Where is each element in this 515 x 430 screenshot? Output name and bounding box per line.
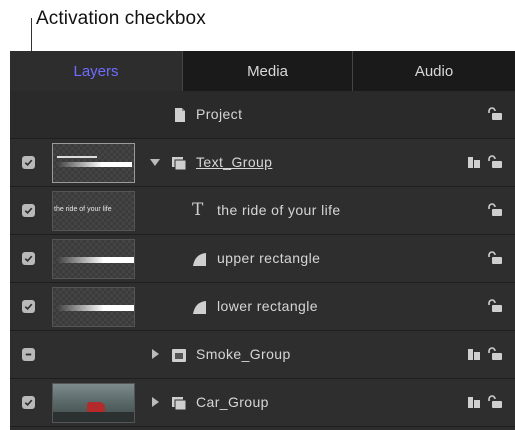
group-stack-icon[interactable] [467, 395, 481, 409]
layer-thumbnail [52, 143, 135, 183]
layer-row-shape[interactable]: upper rectangle [10, 235, 515, 283]
tab-bar: Layers Media Audio [10, 51, 515, 91]
group-icon [170, 154, 188, 172]
group-icon [170, 394, 188, 412]
layer-name: Smoke_Group [196, 346, 291, 362]
layer-name: Text_Group [196, 154, 273, 170]
layer-name: upper rectangle [217, 250, 321, 266]
mixed-state-checkbox[interactable] [22, 348, 35, 361]
lock-icon[interactable] [487, 395, 503, 409]
disclosure-triangle-icon[interactable] [150, 159, 160, 166]
group-icon [170, 346, 188, 364]
tab-audio[interactable]: Audio [352, 51, 515, 91]
text-icon: T [192, 200, 204, 220]
disclosure-triangle-icon[interactable] [152, 349, 159, 359]
lock-icon[interactable] [487, 107, 503, 121]
layers-panel: Layers Media Audio Project Text_Group th… [10, 51, 515, 430]
activation-checkbox[interactable] [22, 252, 35, 265]
car-image [87, 402, 105, 412]
layer-thumbnail [52, 287, 135, 327]
layer-row-car-group[interactable]: Car_Group [10, 379, 515, 427]
lock-icon[interactable] [487, 155, 503, 169]
layer-name: Car_Group [196, 394, 269, 410]
layer-row-text-group[interactable]: Text_Group [10, 139, 515, 187]
document-icon [171, 106, 189, 124]
group-stack-icon[interactable] [467, 155, 481, 169]
tab-layers[interactable]: Layers [10, 51, 182, 91]
activation-checkbox[interactable] [22, 396, 35, 409]
layer-row-shape[interactable]: lower rectangle [10, 283, 515, 331]
shape-icon [191, 250, 209, 268]
layer-thumbnail [52, 239, 135, 279]
thumbnail-text: the ride of your life [54, 206, 112, 213]
activation-checkbox[interactable] [22, 204, 35, 217]
lock-icon[interactable] [487, 203, 503, 217]
layer-thumbnail: the ride of your life [52, 191, 135, 231]
callout-label: Activation checkbox [36, 8, 206, 29]
disclosure-triangle-icon[interactable] [152, 397, 159, 407]
layer-row-project[interactable]: Project [10, 91, 515, 139]
layer-row-text[interactable]: the ride of your life T the ride of your… [10, 187, 515, 235]
shape-icon [191, 298, 209, 316]
group-stack-icon[interactable] [467, 347, 481, 361]
layer-name: Project [196, 106, 243, 122]
lock-icon[interactable] [487, 347, 503, 361]
layer-row-smoke-group[interactable]: Smoke_Group [10, 331, 515, 379]
layer-thumbnail [52, 383, 135, 423]
lock-icon[interactable] [487, 251, 503, 265]
activation-checkbox[interactable] [22, 156, 35, 169]
lock-icon[interactable] [487, 299, 503, 313]
tab-media[interactable]: Media [182, 51, 352, 91]
activation-checkbox[interactable] [22, 300, 35, 313]
layer-name: the ride of your life [217, 202, 341, 218]
layer-name: lower rectangle [217, 298, 318, 314]
